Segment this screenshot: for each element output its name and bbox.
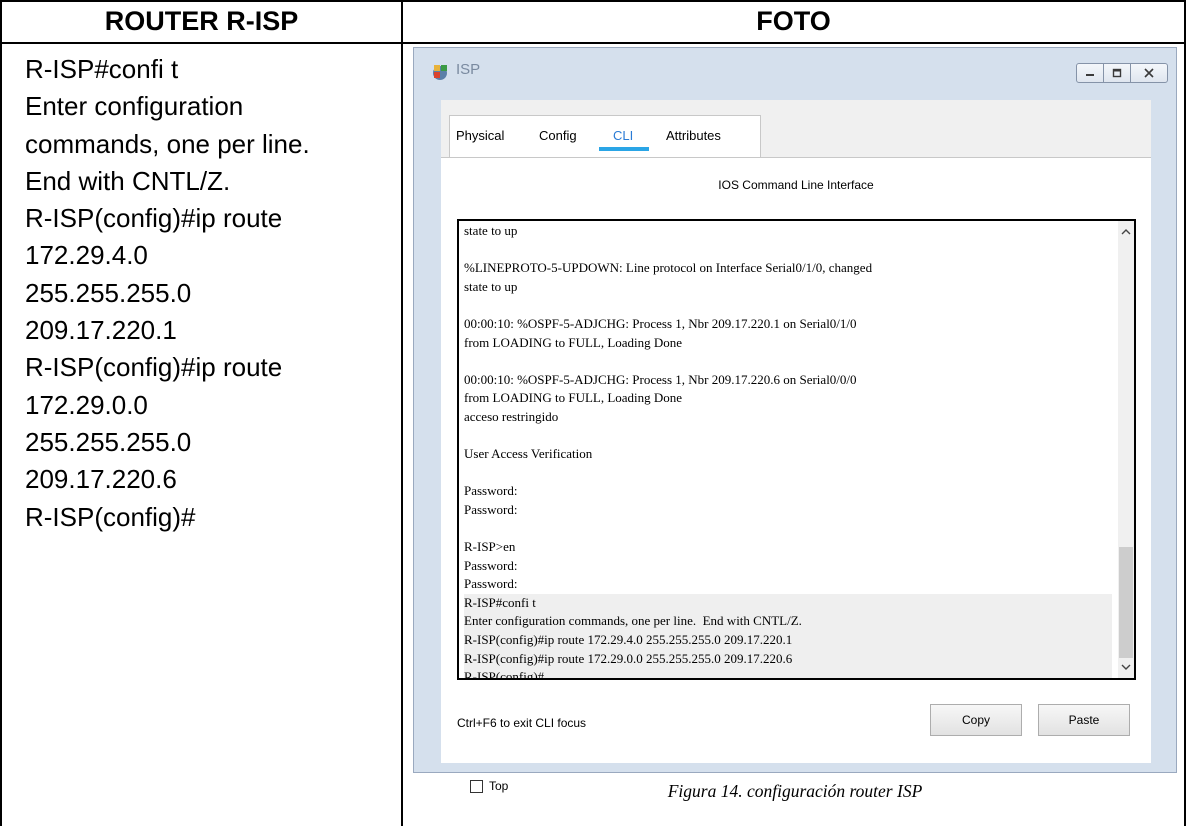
terminal-output[interactable]: state to up %LINEPROTO-5-UPDOWN: Line pro… (464, 222, 1112, 678)
terminal-line: from LOADING to FULL, Loading Done (464, 334, 683, 350)
router-command-line: 172.29.4.0 (25, 240, 148, 271)
close-icon (1144, 68, 1154, 78)
copy-button[interactable]: Copy (930, 704, 1022, 736)
tab-bar: Physical Config CLI Attributes (441, 100, 1151, 158)
isp-window: ISP Physical Config CLI Attributes IOS C… (413, 47, 1177, 793)
terminal-line: 00:00:10: %OSPF-5-ADJCHG: Process 1, Nbr… (464, 315, 857, 331)
maximize-icon (1112, 68, 1122, 78)
router-command-line: 255.255.255.0 (25, 426, 192, 457)
minimize-button[interactable] (1076, 63, 1104, 83)
tab-physical[interactable]: Physical (456, 128, 504, 143)
header-photo: FOTO (756, 6, 831, 36)
terminal-line: R-ISP(config)#ip route 172.29.0.0 255.25… (464, 649, 1112, 669)
header-router: ROUTER R-ISP (104, 6, 299, 36)
figure-caption: Figura 14. configuración router ISP (667, 781, 923, 801)
router-command-line: R-ISP(config)# (25, 501, 196, 532)
terminal-line: R-ISP(config)#ip route 172.29.4.0 255.25… (464, 631, 1112, 650)
router-command-line: commands, one per line. (25, 128, 310, 159)
scroll-down-icon[interactable] (1121, 662, 1131, 672)
cli-panel: IOS Command Line Interface state to up %L… (441, 157, 1151, 763)
router-commands: R-ISP#confi t Enter configuration commands… (25, 51, 395, 536)
tab-config[interactable]: Config (539, 128, 577, 143)
scroll-up-icon[interactable] (1121, 227, 1131, 237)
window-controls (1076, 63, 1168, 83)
terminal-line: R-ISP>en (464, 539, 516, 555)
cli-heading: IOS Command Line Interface (718, 178, 874, 192)
window-titlebar[interactable]: ISP (414, 48, 1176, 100)
minimize-icon (1086, 74, 1094, 76)
maximize-button[interactable] (1103, 63, 1131, 83)
terminal-line: Password: (464, 557, 518, 573)
close-button[interactable] (1130, 63, 1168, 83)
terminal-line: R-ISP#confi t (464, 593, 1112, 613)
router-icon (433, 65, 447, 80)
cli-terminal[interactable]: state to up %LINEPROTO-5-UPDOWN: Line pro… (457, 219, 1136, 680)
terminal-line: %LINEPROTO-5-UPDOWN: Line protocol on In… (464, 260, 873, 276)
paste-button[interactable]: Paste (1038, 704, 1130, 736)
terminal-line: acceso restringido (464, 408, 559, 424)
terminal-line: 00:00:10: %OSPF-5-ADJCHG: Process 1, Nbr… (464, 371, 857, 387)
scrollbar-thumb[interactable] (1119, 547, 1133, 658)
terminal-line: Enter configuration commands, one per li… (464, 612, 1112, 632)
router-command-line: 255.255.255.0 (25, 277, 192, 308)
router-command-line: 209.17.220.6 (25, 464, 177, 495)
table-column-divider (401, 0, 403, 826)
router-command-line: R-ISP(config)#ip route (25, 352, 283, 383)
terminal-line: from LOADING to FULL, Loading Done (464, 390, 683, 406)
terminal-line: state to up (464, 278, 518, 294)
terminal-line: Password: (464, 576, 518, 592)
terminal-line: Password: (464, 501, 518, 517)
router-command-line: 172.29.0.0 (25, 389, 148, 420)
tab-attributes[interactable]: Attributes (666, 128, 721, 143)
terminal-line: state to up (464, 223, 518, 238)
terminal-scrollbar[interactable] (1118, 221, 1134, 678)
active-tab-indicator (599, 147, 649, 151)
window-title: ISP (456, 61, 481, 78)
terminal-line: Password: (464, 483, 518, 499)
table-header-divider (0, 42, 1186, 44)
router-command-line: R-ISP#confi t (25, 54, 179, 84)
router-command-line: R-ISP(config)#ip route (25, 203, 283, 234)
router-command-line: 209.17.220.1 (25, 315, 177, 346)
router-command-line: End with CNTL/Z. (25, 165, 231, 196)
table-border-left (0, 0, 2, 826)
terminal-line: User Access Verification (464, 446, 593, 462)
cli-focus-hint: Ctrl+F6 to exit CLI focus (457, 716, 587, 730)
terminal-line: R-ISP(config)# (464, 668, 1112, 678)
tab-cli[interactable]: CLI (613, 128, 633, 143)
window-body: Physical Config CLI Attributes IOS Comma… (441, 100, 1151, 793)
router-command-line: Enter configuration (25, 91, 244, 122)
